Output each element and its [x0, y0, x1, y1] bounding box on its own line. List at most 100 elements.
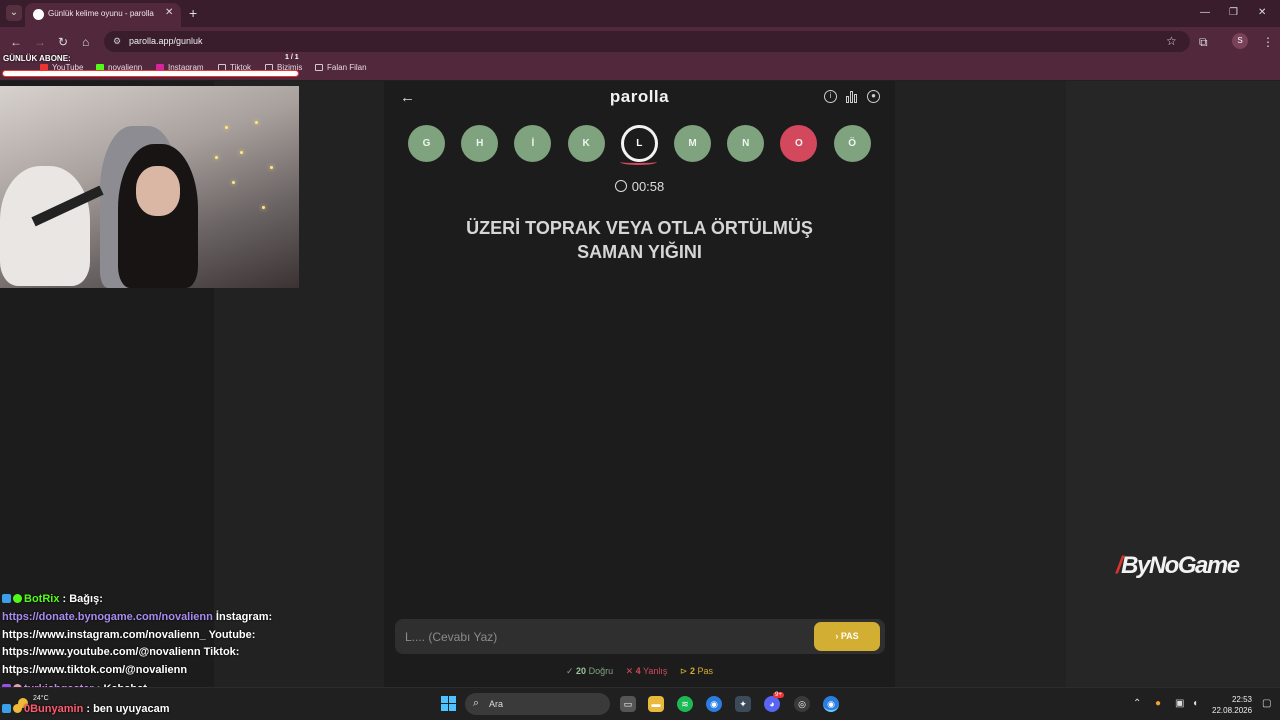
timer-value: 00:58 — [631, 179, 665, 194]
url-text[interactable]: parolla.app/gunluk — [129, 36, 203, 46]
answer-box: › PAS — [395, 619, 885, 654]
letter-correct: M — [674, 125, 711, 162]
chat-message-continued: https://www.youtube.com/@novalienn Tikto… — [2, 646, 240, 658]
info-icon[interactable]: i — [824, 90, 837, 103]
daily-sub-overlay-title: GÜNLÜK ABONE: — [3, 54, 71, 63]
chat-message-continued: https://www.tiktok.com/@novalienn — [2, 664, 188, 676]
tab-title: Günlük kelime oyunu - parolla — [48, 9, 154, 18]
gold-badge-icon — [13, 704, 22, 713]
home-icon[interactable]: ⌂ — [82, 35, 89, 49]
volume-icon[interactable]: ◖ — [1192, 698, 1198, 709]
streamer-face — [136, 166, 180, 216]
windows-start-icon[interactable] — [441, 696, 456, 711]
bot-badge-icon — [2, 594, 11, 603]
bookmark-star-icon[interactable]: ☆ — [1166, 34, 1177, 48]
letter-current: L — [620, 125, 658, 162]
site-info-icon[interactable]: ⚙ — [113, 36, 121, 47]
stats-chart-icon[interactable] — [846, 91, 859, 103]
webcam-feed — [0, 86, 299, 288]
wrong-count: 4 — [635, 666, 641, 676]
bynogame-logo: /ByNoGame — [1116, 552, 1240, 580]
answer-input[interactable] — [405, 628, 795, 646]
menu-icon[interactable]: ⋮ — [1262, 35, 1274, 49]
pass-stat: ⊳ 2 Pas — [680, 666, 713, 676]
new-tab-icon[interactable]: + — [189, 5, 197, 21]
score-stats: ✓ 20 Doğru ✕ 4 Yanlış ⊳ 2 Pas — [384, 666, 895, 677]
tab-search-icon[interactable]: ⌄ — [6, 5, 22, 21]
obs-icon[interactable]: ◎ — [794, 696, 810, 712]
browser-tab-strip: ⌄ Günlük kelime oyunu - parolla ✕ + — ❐ … — [0, 0, 1280, 27]
fairy-light — [240, 151, 243, 154]
chrome-icon[interactable]: ◉ — [706, 696, 722, 712]
question-text: ÜZERİ TOPRAK VEYA OTLA ÖRTÜLMÜŞ SAMAN YI… — [424, 216, 855, 264]
parolla-app: ← parolla i ● GHİKLMNOÖ 00:58 ÜZERİ TOPR… — [384, 81, 895, 687]
chat-username: 0Bunyamin — [24, 703, 84, 715]
bookmark-folder-falan-filan[interactable]: Falan Filan — [315, 63, 367, 72]
game-launcher-icon[interactable]: ✦ — [735, 696, 751, 712]
chat-message: BotRix : Bağış: — [2, 593, 103, 605]
letter-wrong: O — [780, 125, 818, 162]
fairy-light — [225, 126, 228, 129]
question-line-2: SAMAN YIĞINI — [577, 242, 702, 262]
restore-icon[interactable]: ❐ — [1229, 7, 1238, 18]
profile-avatar[interactable]: S — [1232, 33, 1248, 49]
tray-clock[interactable]: 22:53 22.08.2026 — [1212, 694, 1252, 716]
donate-link: https://donate.bynogame.com/novalienn — [2, 611, 213, 623]
pass-button[interactable]: › PAS — [814, 622, 880, 651]
daily-sub-overlay-count: 1 / 1 — [285, 54, 299, 61]
clock-date: 22.08.2026 — [1212, 706, 1253, 715]
fairy-light — [255, 121, 258, 124]
daily-sub-progress-bar — [2, 70, 299, 77]
fairy-light — [232, 181, 235, 184]
check-icon: ✓ — [565, 666, 574, 676]
forward-icon[interactable]: → — [34, 35, 46, 49]
taskbar-search[interactable]: ⌕ Ara — [465, 693, 610, 715]
wrong-stat: ✕ 4 Yanlış — [626, 666, 668, 676]
chat-message: 0Bunyamin : ben uyuyacam — [2, 703, 170, 715]
app-title: parolla — [609, 87, 670, 106]
file-explorer-icon[interactable]: ▬ — [648, 696, 664, 712]
browser-toolbar: ← → ↻ ⌂ ⚙ parolla.app/gunluk ☆ ⧉ S ⋮ — [0, 27, 1280, 56]
reload-icon[interactable]: ↻ — [58, 35, 68, 49]
timer: 00:58 — [384, 179, 895, 194]
fairy-light — [215, 156, 218, 159]
clock-icon — [614, 180, 627, 192]
weather-temperature[interactable]: 24°C — [33, 695, 49, 702]
pass-stat-label: Pas — [697, 666, 714, 676]
question-line-1: ÜZERİ TOPRAK VEYA OTLA ÖRTÜLMÜŞ — [466, 218, 813, 238]
pass-button-label: PAS — [840, 631, 859, 641]
parolla-favicon-icon — [33, 9, 44, 20]
task-view-icon[interactable]: ▭ — [620, 696, 636, 712]
address-bar[interactable]: ⚙ parolla.app/gunluk ☆ — [104, 31, 1190, 52]
discord-icon[interactable]: ◕ — [764, 696, 780, 712]
microphone-icon[interactable]: ● — [1155, 698, 1161, 709]
minimize-icon[interactable]: — — [1200, 7, 1210, 18]
profile-icon[interactable]: ● — [867, 90, 880, 103]
fairy-light — [270, 166, 273, 169]
chat-text: : Bağış: — [62, 593, 103, 605]
back-icon[interactable]: ← — [10, 35, 22, 49]
current-letter-progress — [620, 159, 657, 165]
windows-taskbar: 24°C ⌕ Ara ▭ ▬ ≋ ◉ ✦ ◕ 9+ ◎ ◉ ⌃ ● ▣ ◖ 22… — [0, 687, 1280, 720]
spotify-icon[interactable]: ≋ — [677, 696, 693, 712]
chrome-active-icon[interactable]: ◉ — [823, 696, 839, 712]
notifications-icon[interactable]: ▢ — [1262, 698, 1271, 709]
window-close-icon[interactable]: ✕ — [1258, 7, 1266, 18]
extensions-icon[interactable]: ⧉ — [1199, 35, 1208, 50]
network-icon[interactable]: ▣ — [1175, 698, 1184, 709]
chat-text: : ben uyuyacam — [86, 703, 170, 715]
letter-correct: Ö — [833, 125, 871, 162]
page-right-gutter — [895, 81, 1066, 687]
tab-close-icon[interactable]: ✕ — [165, 7, 173, 18]
tray-overflow-icon[interactable]: ⌃ — [1133, 698, 1141, 709]
letter-correct: N — [727, 125, 765, 162]
wrong-label: Yanlış — [643, 666, 668, 676]
skip-icon: ⊳ — [679, 666, 688, 676]
clock-time: 22:53 — [1231, 695, 1252, 704]
browser-tab-active[interactable]: Günlük kelime oyunu - parolla ✕ — [25, 3, 181, 27]
plush-toy — [0, 166, 90, 286]
chat-text: İnstagram: — [212, 611, 273, 623]
mod-badge-icon — [2, 704, 11, 713]
cross-icon: ✕ — [625, 666, 634, 676]
letter-correct: İ — [514, 125, 552, 162]
